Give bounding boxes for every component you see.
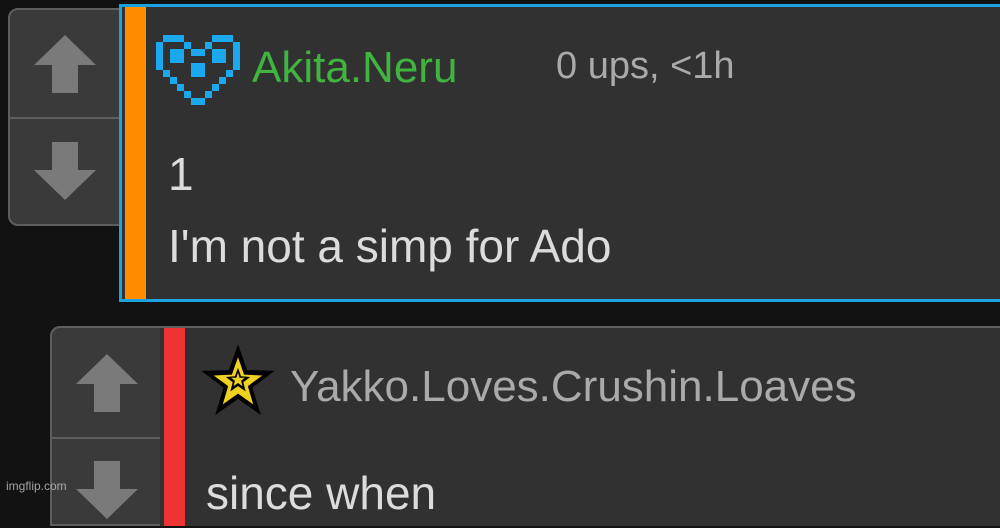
vote-box-1 — [8, 8, 122, 226]
arrow-up-icon — [34, 34, 96, 93]
downvote-button[interactable] — [52, 437, 162, 528]
comment-1: Akita.Neru 0 ups, <1h 1 I'm not a simp f… — [119, 4, 1000, 302]
upvote-button[interactable] — [52, 328, 162, 439]
vote-box-2 — [50, 326, 164, 526]
comment-text-line-1: since when — [206, 467, 437, 519]
comment-username[interactable]: Akita.Neru — [252, 43, 457, 93]
downvote-button[interactable] — [10, 117, 120, 224]
arrow-down-icon — [34, 141, 96, 200]
arrow-down-icon — [76, 461, 138, 519]
comment-meta: 0 ups, <1h — [556, 45, 735, 87]
comment-stripe — [164, 328, 185, 526]
star-icon — [201, 344, 275, 415]
comment-text-line-2: I'm not a simp for Ado — [168, 220, 612, 272]
comment-2: Yakko.Loves.Crushin.Loaves since when — [160, 326, 1000, 526]
comment-text-line-1: 1 — [168, 148, 194, 200]
pixel-heart-icon — [156, 35, 240, 105]
upvote-button[interactable] — [10, 10, 120, 119]
watermark: imgflip.com — [6, 479, 67, 493]
arrow-up-icon — [76, 353, 138, 412]
comment-username[interactable]: Yakko.Loves.Crushin.Loaves — [290, 362, 857, 412]
comment-stripe — [125, 7, 146, 299]
